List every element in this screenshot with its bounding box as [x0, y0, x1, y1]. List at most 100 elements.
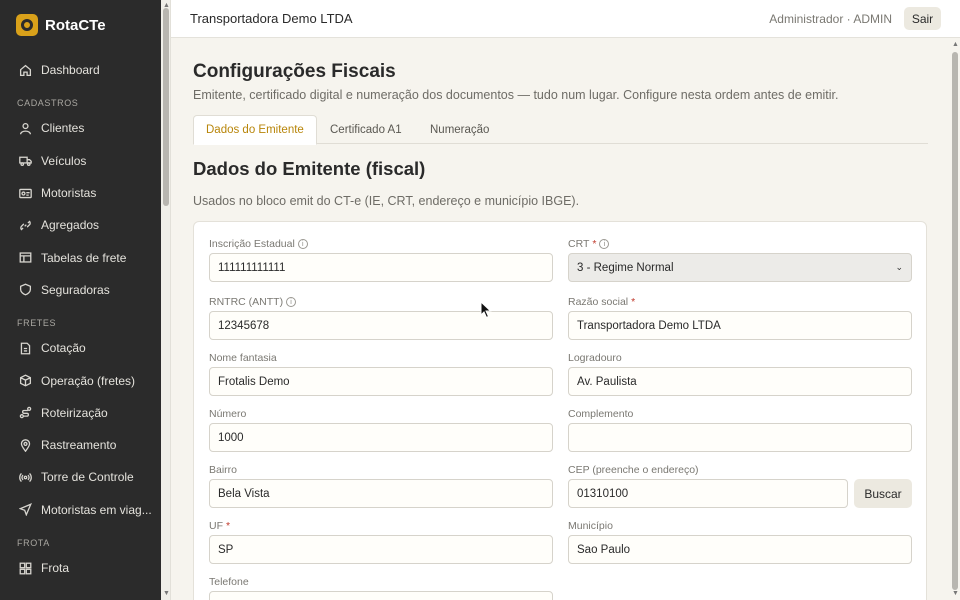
info-icon[interactable]: i — [297, 239, 308, 249]
field-inscricao-estadual: Inscrição Estadual i 111111111111 — [209, 237, 553, 282]
cep-input[interactable]: 01310100 — [568, 479, 848, 508]
required-marker: * — [226, 520, 231, 532]
field-label: Município — [568, 520, 613, 532]
main-content: Configurações Fiscais Emitente, certific… — [171, 38, 950, 600]
sidebar-scrollbar[interactable]: ▲ ▼ — [161, 0, 171, 600]
sidebar-item-torre-de-controle[interactable]: Torre de Controle — [0, 461, 161, 493]
sidebar-item-label: Motoristas — [41, 186, 97, 201]
sidebar-item-label: Veículos — [41, 153, 87, 168]
page-subtitle: Emitente, certificado digital e numeraçã… — [193, 88, 839, 102]
emitente-form: Inscrição Estadual i 111111111111 CRT * i 3… — [193, 221, 927, 600]
numero-input[interactable]: 1000 — [209, 423, 553, 452]
sidebar-item-label: Rastreamento — [41, 438, 117, 453]
topbar: Transportadora Demo LTDA Administrador ·… — [171, 0, 960, 38]
info-icon[interactable]: i — [599, 239, 610, 249]
buscar-cep-button[interactable]: Buscar — [854, 479, 912, 508]
field-crt: CRT * i 3 - Regime Normal ⌄ — [568, 237, 912, 282]
shield-icon — [18, 283, 32, 297]
field-nome-fantasia: Nome fantasia Frotalis Demo — [209, 351, 553, 396]
sidebar-section-frota: FROTA — [17, 537, 50, 548]
sidebar-item-veiculos[interactable]: Veículos — [0, 145, 161, 177]
field-label: Bairro — [209, 464, 238, 476]
brand[interactable]: RotaCTe — [0, 0, 161, 50]
scroll-down-icon[interactable]: ▼ — [163, 590, 170, 598]
sidebar-item-motoristas[interactable]: Motoristas — [0, 177, 161, 209]
required-marker: * — [631, 296, 636, 308]
complemento-input[interactable] — [568, 423, 912, 452]
sidebar-item-operacao[interactable]: Operação (fretes) — [0, 364, 161, 396]
tab-dados-do-emitente[interactable]: Dados do Emitente — [193, 115, 317, 145]
sidebar-item-label: Roteirização — [41, 405, 108, 420]
sidebar-item-label: Seguradoras — [41, 282, 110, 297]
ie-input[interactable]: 111111111111 — [209, 253, 553, 282]
section-subtitle: Usados no bloco emit do CT-e (IE, CRT, e… — [193, 194, 580, 208]
sidebar-item-label: Frota — [41, 561, 70, 575]
bairro-input[interactable]: Bela Vista — [209, 479, 553, 508]
id-card-icon — [18, 186, 32, 200]
field-razao-social: Razão social * Transportadora Demo LTDA — [568, 295, 912, 340]
box-icon — [18, 374, 32, 388]
sidebar-item-label: Motoristas em viag... — [41, 502, 152, 517]
scroll-down-icon[interactable]: ▼ — [952, 590, 959, 598]
field-cep: CEP (preenche o endereço) 01310100 Busca… — [568, 463, 912, 508]
required-marker: * — [592, 238, 597, 250]
sidebar-item-label: Tabelas de frete — [41, 250, 127, 265]
sidebar-item-seguradoras[interactable]: Seguradoras — [0, 274, 161, 306]
tab-certificado-a1[interactable]: Certificado A1 — [318, 115, 414, 144]
mouse-cursor-icon — [480, 301, 492, 319]
grid-icon — [18, 561, 32, 575]
sidebar-item-dashboard[interactable]: Dashboard — [0, 54, 161, 86]
logradouro-input[interactable]: Av. Paulista — [568, 367, 912, 396]
sidebar-item-label: Operação (fretes) — [41, 373, 136, 388]
field-label: CEP (preenche o endereço) — [568, 464, 699, 476]
link-icon — [18, 218, 32, 232]
home-icon — [18, 63, 32, 77]
sidebar-item-clientes[interactable]: Clientes — [0, 112, 161, 144]
sidebar-item-roteirizacao[interactable]: Roteirização — [0, 397, 161, 429]
section-title: Dados do Emitente (fiscal) — [193, 158, 426, 179]
route-icon — [18, 406, 32, 420]
tab-numeracao[interactable]: Numeração — [418, 115, 501, 144]
telefone-input[interactable] — [209, 591, 553, 600]
main-scrollbar[interactable]: ▲ ▼ — [950, 38, 960, 600]
broadcast-icon — [18, 470, 32, 484]
sidebar-section-cadastros: CADASTROS — [17, 98, 79, 109]
sidebar-item-agregados[interactable]: Agregados — [0, 209, 161, 241]
field-label: Nome fantasia — [209, 352, 277, 364]
sidebar-section-fretes: FRETES — [17, 318, 57, 329]
nome-fantasia-input[interactable]: Frotalis Demo — [209, 367, 553, 396]
sidebar-item-label: Clientes — [41, 121, 85, 136]
sidebar-scrollbar-thumb[interactable] — [163, 8, 169, 206]
municipio-input[interactable]: Sao Paulo — [568, 535, 912, 564]
sidebar-item-motoristas-em-viagem[interactable]: Motoristas em viag... — [0, 494, 161, 526]
logout-button[interactable]: Sair — [904, 7, 941, 30]
document-icon — [18, 341, 32, 355]
sidebar-item-frota[interactable]: Frota — [0, 552, 161, 584]
uf-input[interactable]: SP — [209, 535, 553, 564]
field-numero: Número 1000 — [209, 407, 553, 452]
sidebar-item-rastreamento[interactable]: Rastreamento — [0, 429, 161, 461]
sidebar-item-cotacao[interactable]: Cotação — [0, 332, 161, 364]
send-icon — [18, 503, 32, 517]
field-municipio: Município Sao Paulo — [568, 519, 912, 564]
tab-bar: Dados do Emitente Certificado A1 Numeraç… — [193, 115, 928, 145]
field-rntrc: RNTRC (ANTT) i 12345678 — [209, 295, 553, 340]
info-icon[interactable]: i — [286, 297, 297, 307]
pin-icon — [18, 438, 32, 452]
field-logradouro: Logradouro Av. Paulista — [568, 351, 912, 396]
scroll-up-icon[interactable]: ▲ — [952, 41, 959, 49]
rntrc-input[interactable]: 12345678 — [209, 311, 553, 340]
crt-select[interactable]: 3 - Regime Normal ⌄ — [568, 253, 912, 282]
company-name: Transportadora Demo LTDA — [190, 11, 353, 26]
field-label: Complemento — [568, 408, 634, 420]
brand-name: RotaCTe — [45, 16, 106, 34]
field-label: Número — [209, 408, 247, 420]
user-info: Administrador · ADMIN — [769, 12, 892, 26]
sidebar-item-tabelas-de-frete[interactable]: Tabelas de frete — [0, 241, 161, 273]
main-scrollbar-thumb[interactable] — [952, 52, 958, 590]
page-title: Configurações Fiscais — [193, 61, 396, 82]
logo-icon — [16, 14, 38, 36]
razao-social-input[interactable]: Transportadora Demo LTDA — [568, 311, 912, 340]
field-label: RNTRC (ANTT) — [209, 296, 284, 308]
field-telefone: Telefone — [209, 575, 553, 600]
